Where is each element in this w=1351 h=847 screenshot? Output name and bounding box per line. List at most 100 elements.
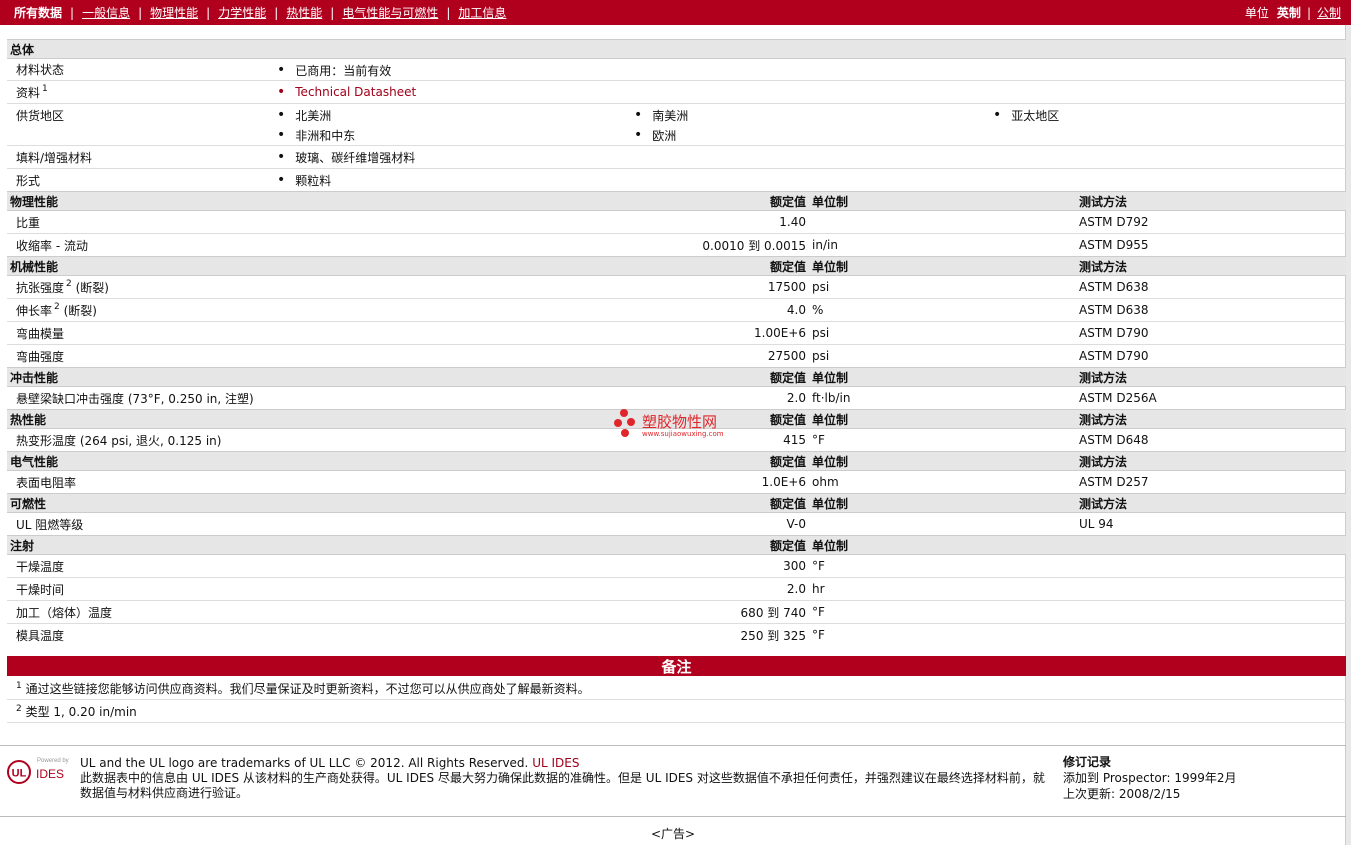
watermark-dots-icon [614, 409, 635, 437]
prop-method: ASTM D256A [1079, 391, 1157, 405]
prop-unit: ohm [812, 475, 839, 489]
row-label: 资料 1 [16, 81, 48, 103]
prop-value: 0.0010 到 0.0015 [702, 238, 806, 253]
section-header-impact: 冲击性能 额定值 单位制 测试方法 [7, 367, 1346, 387]
unit-separator: | [1306, 5, 1311, 20]
table-row: 模具温度 250 到 325 °F [7, 624, 1346, 646]
table-row: 干燥温度 300 °F [7, 555, 1346, 578]
table-row: 抗张强度 2 (断裂) 17500 psi ASTM D638 [7, 276, 1346, 299]
section-title: 机械性能 [10, 259, 59, 274]
table-row: 悬壁梁缺口冲击强度 (73°F, 0.250 in, 注塑) 2.0 ft·lb… [7, 387, 1346, 409]
prop-value: 300 [783, 559, 806, 573]
prop-value: 4.0 [786, 303, 806, 317]
prop-value: 250 到 325 [740, 628, 806, 643]
table-row: 比重 1.40 ASTM D792 [7, 211, 1346, 234]
nav-separator: | [70, 5, 75, 20]
row-label: 供货地区 [16, 108, 65, 123]
col-nominal: 额定值 [769, 194, 806, 209]
note-text: 通过这些链接您能够访问供应商资料。我们尽量保证及时更新资料，不过您可以从供应商处… [25, 682, 590, 696]
prop-value: V-0 [786, 517, 806, 531]
footnote-number: 2 [16, 703, 22, 714]
revision-added: 添加到 Prospector: 1999年2月 [1063, 771, 1237, 785]
ad-divider [0, 816, 1346, 817]
prop-name: 收缩率 - 流动 [16, 238, 88, 253]
prop-name: 表面电阻率 [16, 475, 77, 490]
nav-processing[interactable]: 加工信息 [458, 4, 506, 21]
prop-value: 1.40 [779, 215, 806, 229]
region-item: 南美洲 [634, 105, 688, 125]
prop-method: ASTM D790 [1079, 326, 1149, 340]
prop-unit: psi [812, 349, 830, 363]
prop-name: 弯曲模量 [16, 326, 65, 341]
region-item: 亚太地区 [993, 105, 1059, 125]
revision-history: 修订记录 添加到 Prospector: 1999年2月 上次更新: 2008/… [1063, 754, 1237, 802]
prop-name: 干燥温度 [16, 559, 65, 574]
disclaimer-text: 此数据表中的信息由 UL IDES 从该材料的生产商处获得。UL IDES 尽最… [80, 771, 1045, 800]
col-nominal: 额定值 [769, 538, 806, 553]
trademark-text: UL and the UL logo are trademarks of UL … [80, 756, 529, 770]
note-item: 2 类型 1, 0.20 in/min [7, 701, 1346, 723]
col-nominal: 额定值 [769, 412, 806, 427]
col-unit: 单位制 [812, 496, 849, 511]
prop-method: ASTM D792 [1079, 215, 1149, 229]
section-title: 物理性能 [10, 194, 59, 209]
nav-mechanical[interactable]: 力学性能 [218, 4, 266, 21]
section-header-general: 总体 [7, 39, 1346, 59]
prop-qualifier: (断裂) [63, 303, 97, 318]
trademark-line: UL and the UL logo are trademarks of UL … [80, 756, 1055, 771]
region-item: 非洲和中东 [277, 125, 355, 145]
table-row: 伸长率 2 (断裂) 4.0 % ASTM D638 [7, 299, 1346, 322]
prop-method: ASTM D955 [1079, 238, 1149, 252]
section-header-flammability: 可燃性 额定值 单位制 测试方法 [7, 493, 1346, 513]
prop-name: 弯曲强度 [16, 349, 65, 364]
section-header-physical: 物理性能 额定值 单位制 测试方法 [7, 191, 1346, 211]
nav-all-data[interactable]: 所有数据 [14, 4, 62, 21]
prop-unit: °F [812, 559, 825, 573]
prop-value: 1.00E+6 [754, 326, 806, 340]
col-nominal: 额定值 [769, 370, 806, 385]
col-unit: 单位制 [812, 412, 849, 427]
prop-unit: psi [812, 280, 830, 294]
prop-label: 伸长率 [16, 303, 53, 318]
unit-metric-link[interactable]: 公制 [1317, 4, 1341, 21]
table-row: 弯曲模量 1.00E+6 psi ASTM D790 [7, 322, 1346, 345]
row-label: 填料/增强材料 [16, 150, 93, 165]
prop-name: 干燥时间 [16, 582, 65, 597]
prop-method: ASTM D638 [1079, 303, 1149, 317]
nav-general-info[interactable]: 一般信息 [82, 4, 130, 21]
prop-value: 1.0E+6 [761, 475, 806, 489]
prop-method: ASTM D638 [1079, 280, 1149, 294]
col-method: 测试方法 [1079, 454, 1128, 469]
row-label: 材料状态 [16, 63, 65, 77]
ul-logo-icon: UL Powered by IDES [7, 758, 69, 784]
nav-thermal[interactable]: 热性能 [286, 4, 322, 21]
prop-name: 比重 [16, 215, 41, 230]
col-unit: 单位制 [812, 538, 849, 553]
form-value: 颗粒料 [277, 170, 331, 190]
logo-powered-text: Powered by [37, 758, 69, 764]
watermark-logo: 塑胶物性网 www.sujiaowuxing.com [614, 407, 744, 441]
technical-datasheet-link[interactable]: Technical Datasheet [277, 82, 416, 102]
unit-switch: 单位 英制 | 公制 [1245, 0, 1341, 25]
prop-method: ASTM D257 [1079, 475, 1149, 489]
prop-unit: psi [812, 326, 830, 340]
table-row: 干燥时间 2.0 hr [7, 578, 1346, 601]
col-method: 测试方法 [1079, 259, 1128, 274]
prop-method: ASTM D648 [1079, 433, 1149, 447]
section-title: 热性能 [10, 412, 47, 427]
footnote-ref: 2 [54, 302, 60, 312]
region-item: 北美洲 [277, 105, 331, 125]
footer-legal: UL and the UL logo are trademarks of UL … [80, 756, 1055, 801]
prop-label: 抗张强度 [16, 280, 65, 295]
section-header-mechanical: 机械性能 额定值 单位制 测试方法 [7, 256, 1346, 276]
section-header-injection: 注射 额定值 单位制 [7, 535, 1346, 555]
nav-electrical-flammability[interactable]: 电气性能与可燃性 [342, 4, 438, 21]
row-label: 形式 [16, 173, 41, 188]
table-row: 收缩率 - 流动 0.0010 到 0.0015 in/in ASTM D955 [7, 234, 1346, 256]
note-text: 类型 1, 0.20 in/min [25, 705, 137, 719]
ul-ides-link[interactable]: UL IDES [532, 756, 579, 770]
filler-value: 玻璃、碳纤维增强材料 [277, 147, 415, 167]
prop-value: 2.0 [786, 391, 806, 405]
nav-physical[interactable]: 物理性能 [150, 4, 198, 21]
col-nominal: 额定值 [769, 259, 806, 274]
